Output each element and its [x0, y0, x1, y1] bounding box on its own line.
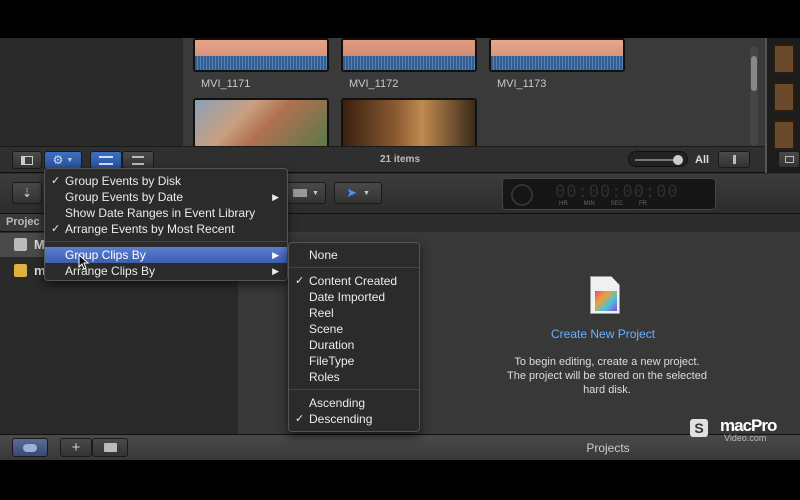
audio-waveform	[195, 56, 327, 70]
submenu-item-filetype[interactable]: FileType	[289, 353, 419, 369]
timecode-unit: HR	[559, 201, 568, 207]
filter-label[interactable]: All	[695, 154, 709, 166]
clip-name: MVI_1172	[349, 78, 399, 90]
new-folder-button[interactable]	[92, 438, 128, 457]
check-icon: ✓	[51, 223, 61, 235]
clip-thumbnail[interactable]	[341, 38, 477, 72]
submenu-arrow-icon: ▶	[272, 192, 279, 202]
submenu-arrow-icon: ▶	[272, 250, 279, 260]
event-browser: MVI_1171 MVI_1172 MVI_1173	[183, 38, 765, 148]
audio-icon	[732, 155, 736, 164]
slider-knob[interactable]	[673, 155, 683, 165]
timecode-unit: FR	[639, 201, 648, 207]
viewer-edge-button[interactable]	[778, 151, 800, 168]
menu-separator	[289, 389, 419, 390]
submenu-arrow-icon: ▶	[272, 266, 279, 276]
clip-thumbnail[interactable]	[193, 38, 329, 72]
check-icon: ✓	[51, 175, 61, 187]
event-library-panel	[0, 38, 183, 146]
filmstrip-icon	[99, 155, 113, 165]
chevron-down-icon: ▼	[66, 156, 74, 164]
frame-icon	[784, 156, 794, 163]
folder-plus-icon	[103, 443, 117, 452]
list-icon	[132, 155, 144, 165]
menu-item-group-events-by-date[interactable]: Group Events by Date ▶	[45, 189, 287, 205]
home-icon	[14, 238, 27, 251]
new-project-icon	[590, 276, 620, 314]
timecode-unit: MIN	[583, 201, 595, 207]
submenu-item-descending[interactable]: ✓ Descending	[289, 411, 419, 427]
create-new-project-link[interactable]: Create New Project	[551, 327, 655, 341]
gear-icon: ⚙	[52, 153, 64, 167]
app-window: MVI_1171 MVI_1172 MVI_1173 ⚙ ▼ 21 items	[0, 38, 800, 460]
submenu-item-content-created[interactable]: ✓ Content Created	[289, 273, 419, 289]
check-icon: ✓	[295, 413, 305, 425]
bottom-bar-title: Projects	[586, 441, 630, 455]
submenu-item-none[interactable]: None	[289, 247, 419, 263]
drive-icon	[14, 264, 27, 277]
arrow-pointer-icon: ➤	[346, 185, 357, 200]
audio-waveform	[491, 56, 623, 70]
list-view-button[interactable]	[122, 151, 154, 169]
menu-separator	[289, 267, 419, 268]
submenu-item-scene[interactable]: Scene	[289, 321, 419, 337]
group-clips-by-submenu: None ✓ Content Created Date Imported Ree…	[288, 242, 420, 432]
submenu-item-reel[interactable]: Reel	[289, 305, 419, 321]
progress-ring-icon	[511, 184, 533, 206]
menu-item-arrange-events-most-recent[interactable]: ✓ Arrange Events by Most Recent	[45, 221, 287, 237]
show-library-button[interactable]	[12, 438, 48, 457]
dashboard-timecode: 00:00:00:00 HR MIN SEC FR	[502, 178, 716, 210]
clip-name: MVI_1171	[201, 78, 251, 90]
macpro-logo-icon: S	[690, 419, 708, 437]
clip-zoom-slider[interactable]	[628, 151, 688, 167]
import-media-button[interactable]: ⇣	[12, 182, 42, 204]
empty-state-description: To begin editing, create a new project. …	[507, 356, 707, 396]
edit-icon	[293, 189, 308, 197]
plus-icon: +	[71, 439, 81, 456]
filmstrip-view-button[interactable]	[90, 151, 122, 169]
clip-thumbnail[interactable]	[341, 98, 477, 148]
clip-name: MVI_1173	[497, 78, 547, 90]
import-icon: ⇣	[21, 186, 33, 200]
bottom-bar: + Projects	[0, 434, 800, 460]
chevron-down-icon: ▼	[312, 189, 319, 197]
submenu-item-date-imported[interactable]: Date Imported	[289, 289, 419, 305]
menu-separator	[45, 241, 287, 242]
submenu-item-duration[interactable]: Duration	[289, 337, 419, 353]
menu-item-group-events-by-disk[interactable]: ✓ Group Events by Disk	[45, 173, 287, 189]
library-icon	[23, 443, 37, 452]
menu-item-show-date-ranges[interactable]: Show Date Ranges in Event Library	[45, 205, 287, 221]
action-menu-button[interactable]: ⚙ ▼	[44, 151, 82, 169]
check-icon: ✓	[295, 275, 305, 287]
chevron-down-icon: ▼	[362, 189, 370, 197]
items-count: 21 items	[379, 154, 421, 165]
edit-mode-button[interactable]: ▼	[286, 182, 326, 204]
new-project-button[interactable]: +	[60, 438, 92, 457]
submenu-item-roles[interactable]: Roles	[289, 369, 419, 385]
submenu-item-ascending[interactable]: Ascending	[289, 395, 419, 411]
select-tool-button[interactable]: ➤ ▼	[334, 182, 382, 204]
timecode-unit: SEC	[610, 201, 624, 207]
watermark-sub: Video.com	[724, 433, 767, 443]
mouse-cursor-icon	[78, 254, 90, 270]
sidebar-toggle-icon	[21, 155, 33, 165]
browser-scrollbar[interactable]	[750, 46, 758, 146]
timecode-digits: 00:00:00:00	[555, 182, 679, 202]
show-event-library-button[interactable]	[12, 151, 42, 169]
clip-thumbnail[interactable]	[193, 98, 329, 148]
audio-waveform	[343, 56, 475, 70]
skimmer-audio-button[interactable]	[718, 151, 750, 168]
clip-thumbnail[interactable]	[489, 38, 625, 72]
